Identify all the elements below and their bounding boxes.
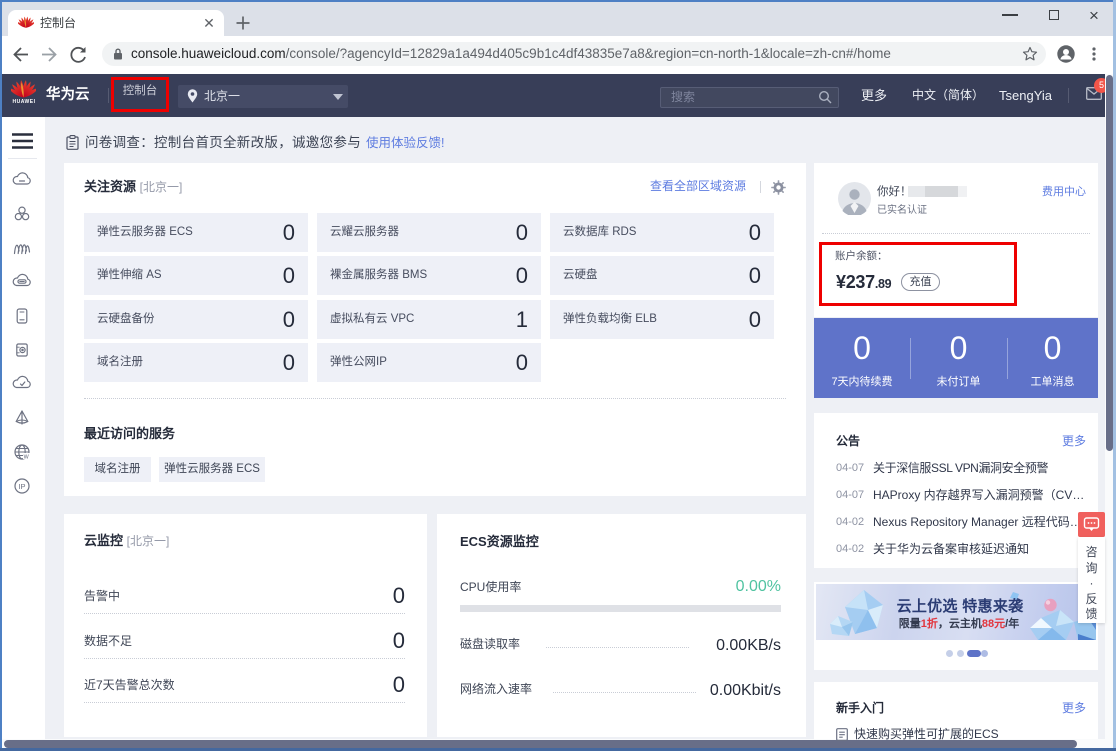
svg-text:w: w (23, 453, 30, 460)
svg-text:IP: IP (18, 482, 25, 491)
